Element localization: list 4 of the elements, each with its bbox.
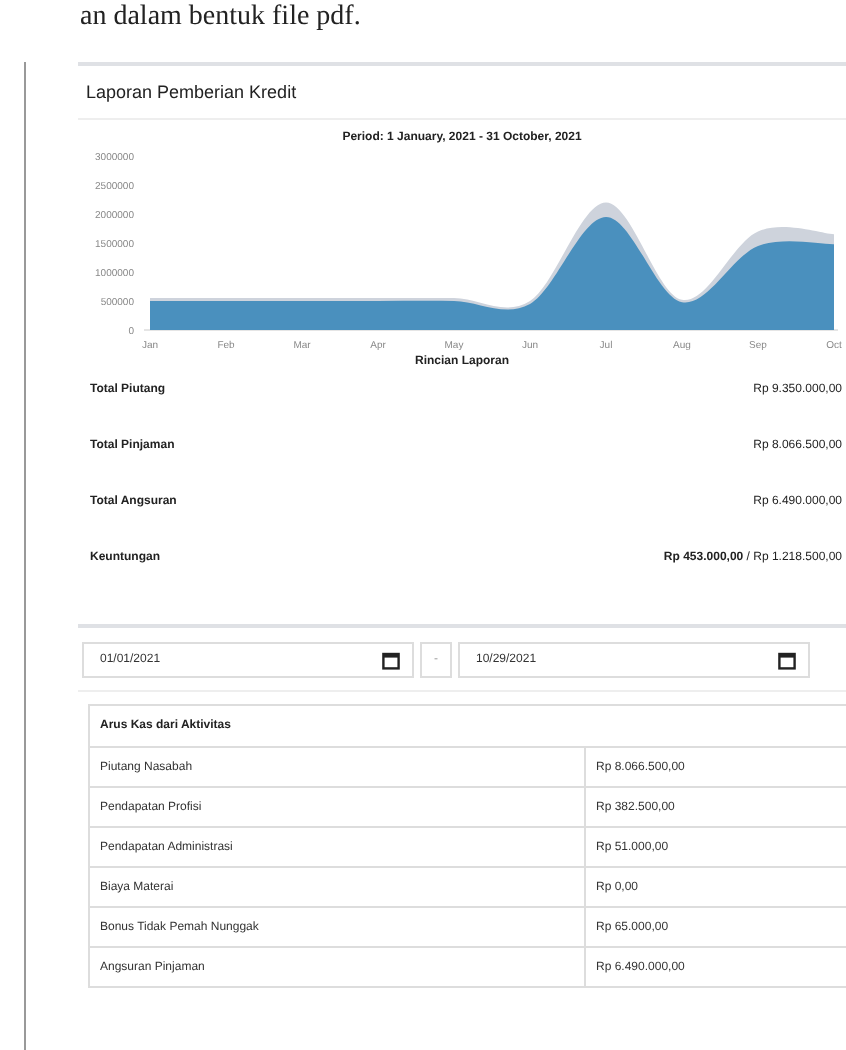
calendar-icon: [778, 651, 796, 669]
card-title: Laporan Pemberian Kredit: [78, 66, 846, 120]
calendar-icon: [382, 651, 400, 669]
document-text: an dalam bentuk file pdf.: [78, 0, 363, 34]
